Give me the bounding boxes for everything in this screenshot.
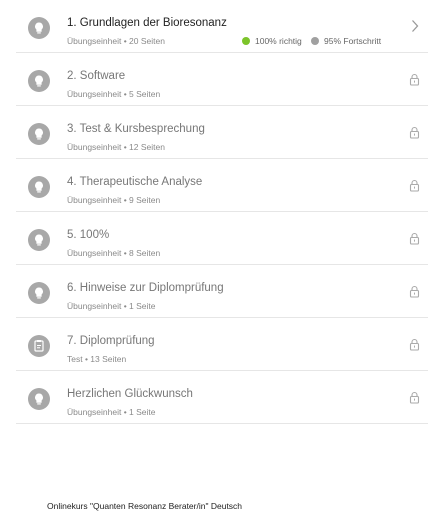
lock-icon	[409, 106, 420, 158]
module-title: 5. 100%	[67, 229, 110, 241]
module-subtitle: Übungseinheit • 1 Seite	[67, 301, 156, 311]
progress-dot-icon	[311, 37, 319, 45]
course-footer: Onlinekurs "Quanten Resonanz Berater/in"…	[47, 501, 243, 511]
bulb-icon	[28, 176, 50, 198]
module-row[interactable]: 3. Test & Kursbesprechung Übungseinheit …	[16, 106, 428, 159]
module-row[interactable]: Herzlichen Glückwunsch Übungseinheit • 1…	[16, 371, 428, 424]
lock-icon	[409, 53, 420, 105]
bulb-icon	[28, 229, 50, 251]
module-subtitle: Übungseinheit • 20 Seiten	[67, 36, 165, 46]
module-title: 3. Test & Kursbesprechung	[67, 123, 205, 135]
module-list: 1. Grundlagen der Bioresonanz Übungseinh…	[16, 0, 428, 424]
module-subtitle: Übungseinheit • 1 Seite	[67, 407, 156, 417]
correct-status: 100% richtig	[242, 36, 302, 46]
lock-icon	[409, 265, 420, 317]
module-row[interactable]: 4. Therapeutische Analyse Übungseinheit …	[16, 159, 428, 212]
module-subtitle: Übungseinheit • 12 Seiten	[67, 142, 165, 152]
module-subtitle: Übungseinheit • 8 Seiten	[67, 248, 161, 258]
module-row[interactable]: 1. Grundlagen der Bioresonanz Übungseinh…	[16, 0, 428, 53]
lock-icon	[409, 159, 420, 211]
module-row[interactable]: 5. 100% Übungseinheit • 8 Seiten	[16, 212, 428, 265]
module-subtitle: Übungseinheit • 9 Seiten	[67, 195, 161, 205]
test-icon	[28, 335, 50, 357]
progress-text: 95% Fortschritt	[324, 36, 382, 46]
module-row[interactable]: 7. Diplomprüfung Test • 13 Seiten	[16, 318, 428, 371]
progress-status: 95% Fortschritt	[311, 36, 381, 46]
bulb-icon	[28, 70, 50, 92]
bulb-icon	[28, 123, 50, 145]
lock-icon	[409, 371, 420, 423]
module-subtitle: Test • 13 Seiten	[67, 354, 127, 364]
module-title: 2. Software	[67, 70, 126, 82]
module-subtitle: Übungseinheit • 5 Seiten	[67, 89, 161, 99]
module-title: 6. Hinweise zur Diplomprüfung	[67, 282, 224, 294]
bulb-icon	[28, 282, 50, 304]
chevron-right-icon[interactable]	[410, 0, 420, 52]
module-title: 7. Diplomprüfung	[67, 335, 155, 347]
module-row[interactable]: 6. Hinweise zur Diplomprüfung Übungseinh…	[16, 265, 428, 318]
module-title: Herzlichen Glückwunsch	[67, 388, 193, 400]
bulb-icon	[28, 17, 50, 39]
bulb-icon	[28, 388, 50, 410]
lock-icon	[409, 318, 420, 370]
module-title: 4. Therapeutische Analyse	[67, 176, 203, 188]
module-row[interactable]: 2. Software Übungseinheit • 5 Seiten	[16, 53, 428, 106]
module-title: 1. Grundlagen der Bioresonanz	[67, 17, 227, 29]
lock-icon	[409, 212, 420, 264]
correct-text: 100% richtig	[255, 36, 302, 46]
correct-dot-icon	[242, 37, 250, 45]
